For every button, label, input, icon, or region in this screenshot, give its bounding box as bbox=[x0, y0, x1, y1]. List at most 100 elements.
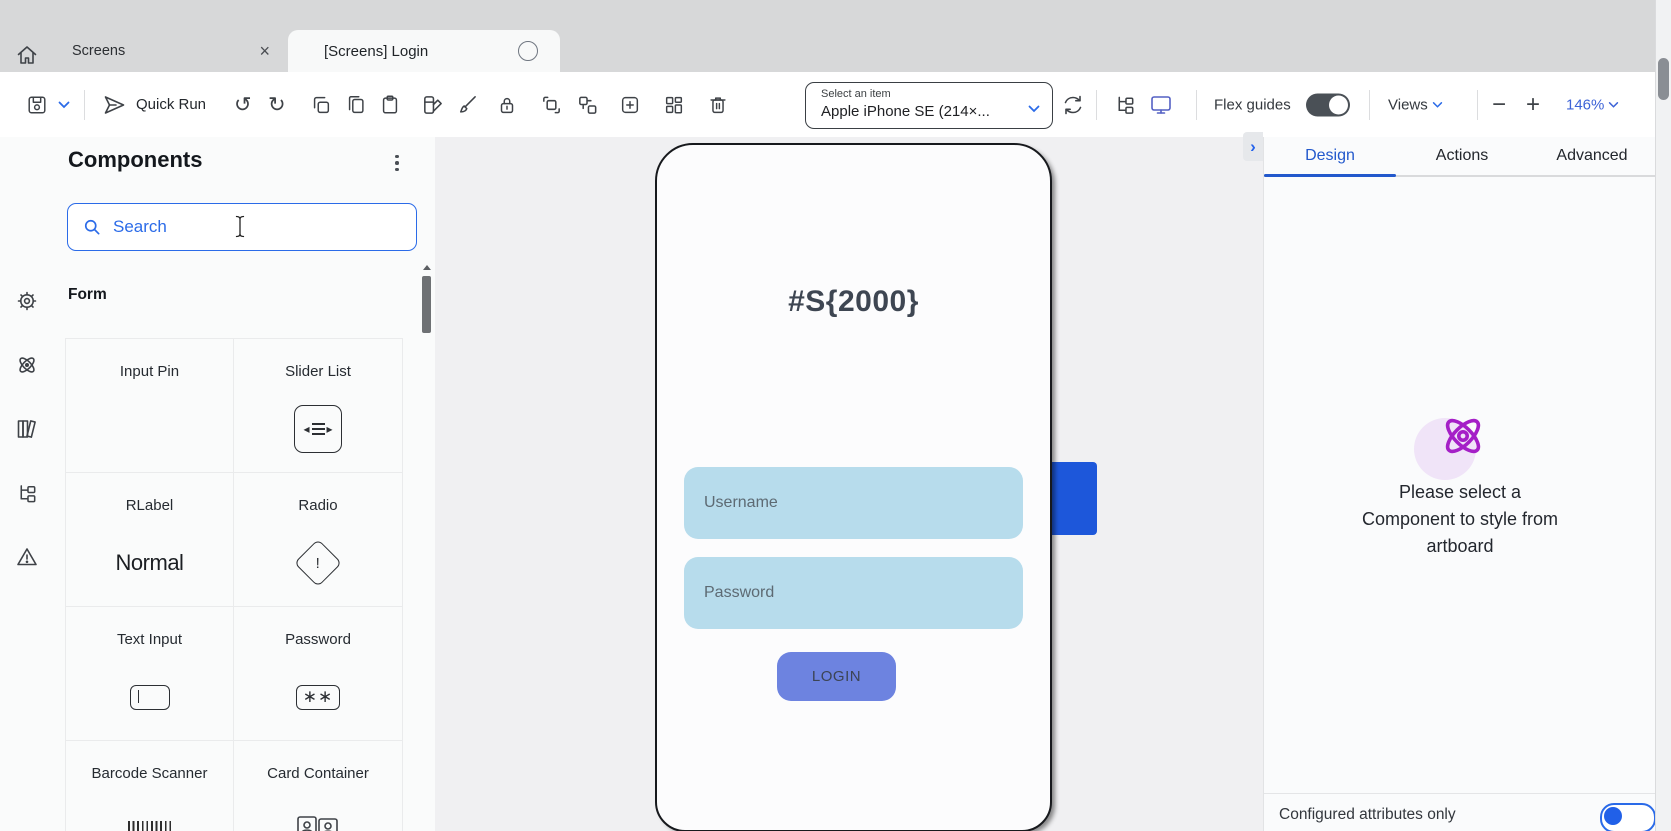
save-button[interactable] bbox=[26, 94, 48, 116]
copy-icon bbox=[310, 94, 332, 116]
screen-title-text[interactable]: #S{2000} bbox=[657, 272, 1050, 332]
preview-button[interactable] bbox=[1149, 93, 1173, 117]
toolbar-divider bbox=[1477, 90, 1478, 120]
username-field[interactable]: Username bbox=[684, 467, 1023, 539]
lock-icon bbox=[496, 94, 518, 116]
search-icon bbox=[82, 217, 102, 237]
theme-button[interactable] bbox=[421, 93, 444, 116]
component-item-password[interactable]: Password ∗∗ bbox=[234, 607, 403, 741]
unsaved-indicator-icon bbox=[518, 41, 538, 61]
components-nav-button[interactable] bbox=[15, 353, 39, 377]
gear-icon bbox=[15, 289, 39, 313]
close-icon[interactable]: × bbox=[259, 42, 270, 60]
redo-icon[interactable]: ↻ bbox=[268, 94, 286, 115]
password-placeholder: Password bbox=[704, 584, 774, 602]
components-panel: Components Form Input Pin Slider List ◂▸… bbox=[54, 137, 435, 831]
card-container-icon bbox=[234, 799, 402, 831]
tab-screens[interactable]: Screens × bbox=[54, 30, 286, 72]
issues-nav-button[interactable] bbox=[15, 545, 39, 569]
tab-screens-label: Screens bbox=[72, 43, 125, 59]
trash-icon bbox=[707, 94, 729, 116]
undo-icon[interactable]: ↺ bbox=[234, 94, 252, 115]
swap-icon bbox=[1061, 93, 1085, 117]
library-nav-button[interactable] bbox=[15, 417, 39, 441]
lock-button[interactable] bbox=[496, 94, 518, 116]
home-button[interactable] bbox=[12, 40, 42, 70]
home-icon bbox=[15, 43, 39, 67]
window-scrollbar-thumb[interactable] bbox=[1658, 58, 1669, 100]
layout-grid-icon bbox=[663, 94, 685, 116]
design-canvas[interactable]: #S{2000} Username Password LOGIN bbox=[435, 137, 1263, 831]
component-search[interactable] bbox=[67, 203, 417, 251]
add-frame-button[interactable] bbox=[619, 94, 641, 116]
views-dropdown[interactable]: Views bbox=[1388, 96, 1443, 113]
layout-button[interactable] bbox=[663, 94, 685, 116]
paste-icon bbox=[379, 94, 401, 116]
tab-strip: Screens × [Screens] Login bbox=[0, 0, 1671, 72]
tab-login-label: [Screens] Login bbox=[324, 43, 428, 60]
login-button[interactable]: LOGIN bbox=[777, 652, 896, 701]
hierarchy-nav-button[interactable] bbox=[15, 481, 39, 505]
quick-run-label: Quick Run bbox=[136, 96, 206, 113]
toolbar-divider bbox=[1196, 90, 1197, 120]
tab-actions[interactable]: Actions bbox=[1422, 137, 1502, 175]
library-icon bbox=[15, 417, 39, 441]
toolbar-divider bbox=[1096, 90, 1097, 120]
tree-view-button[interactable] bbox=[1114, 93, 1137, 116]
quick-run-button[interactable]: Quick Run bbox=[102, 93, 206, 117]
tab-advanced[interactable]: Advanced bbox=[1542, 137, 1642, 175]
zoom-level-dropdown[interactable]: 146% bbox=[1566, 96, 1619, 113]
delete-button[interactable] bbox=[707, 94, 729, 116]
toolbar: Quick Run ↺ ↻ bbox=[0, 72, 1671, 138]
configured-attributes-toggle[interactable] bbox=[1600, 803, 1656, 831]
component-item-barcode-scanner[interactable]: Barcode Scanner bbox=[66, 741, 234, 831]
ungroup-button[interactable] bbox=[576, 93, 599, 116]
brush-icon bbox=[455, 93, 478, 116]
tab-design[interactable]: Design bbox=[1290, 137, 1370, 175]
component-item-card-container[interactable]: Card Container bbox=[234, 741, 403, 831]
zoom-in-button[interactable]: + bbox=[1526, 93, 1540, 117]
panel-collapse-button[interactable]: › bbox=[1243, 132, 1263, 161]
panel-scroll-up-arrow[interactable] bbox=[423, 265, 431, 270]
swatch-icon bbox=[421, 93, 444, 116]
toolbar-divider bbox=[1369, 90, 1370, 120]
window-scrollbar[interactable] bbox=[1655, 0, 1671, 831]
flex-guides-label: Flex guides bbox=[1214, 96, 1291, 113]
components-menu-button[interactable] bbox=[388, 153, 406, 173]
swap-screen-button[interactable] bbox=[1061, 93, 1085, 117]
component-item-rlabel[interactable]: RLabel Normal bbox=[66, 473, 234, 607]
save-icon bbox=[26, 94, 48, 116]
search-input[interactable] bbox=[111, 216, 275, 238]
device-selector[interactable]: Select an item Apple iPhone SE (214×... bbox=[805, 82, 1053, 129]
zoom-out-button[interactable]: − bbox=[1492, 93, 1506, 117]
component-item-text-input[interactable]: Text Input bbox=[66, 607, 234, 741]
paste-button[interactable] bbox=[379, 94, 401, 116]
tab-screens-login[interactable]: [Screens] Login bbox=[288, 30, 560, 72]
flex-guides-toggle[interactable] bbox=[1306, 93, 1350, 116]
settings-nav-button[interactable] bbox=[15, 289, 39, 313]
tree-icon bbox=[16, 482, 39, 505]
save-options-button[interactable] bbox=[58, 101, 70, 109]
password-icon: ∗∗ bbox=[234, 665, 402, 729]
device-selector-label: Select an item bbox=[821, 88, 891, 100]
chevron-down-icon bbox=[58, 101, 70, 109]
panel-scrollbar-thumb[interactable] bbox=[422, 276, 431, 333]
atom-icon bbox=[1436, 409, 1490, 463]
duplicate-button[interactable] bbox=[345, 94, 367, 116]
component-item-radio[interactable]: Radio ! bbox=[234, 473, 403, 607]
username-placeholder: Username bbox=[704, 494, 778, 512]
copy-button[interactable] bbox=[310, 94, 332, 116]
password-field[interactable]: Password bbox=[684, 557, 1023, 629]
component-item-slider-list[interactable]: Slider List ◂▸ bbox=[234, 339, 403, 473]
brush-button[interactable] bbox=[455, 93, 478, 116]
device-artboard[interactable]: #S{2000} Username Password LOGIN bbox=[655, 143, 1052, 831]
component-item-input-pin[interactable]: Input Pin bbox=[66, 339, 234, 473]
configured-attributes-label: Configured attributes only bbox=[1279, 806, 1456, 824]
views-label: Views bbox=[1388, 96, 1428, 113]
components-panel-title: Components bbox=[68, 147, 202, 173]
group-button[interactable] bbox=[540, 93, 563, 116]
canvas-blue-rect[interactable] bbox=[1050, 462, 1097, 535]
text-cursor-icon bbox=[234, 215, 246, 238]
warning-icon bbox=[15, 545, 39, 569]
toolbar-divider bbox=[84, 90, 85, 120]
